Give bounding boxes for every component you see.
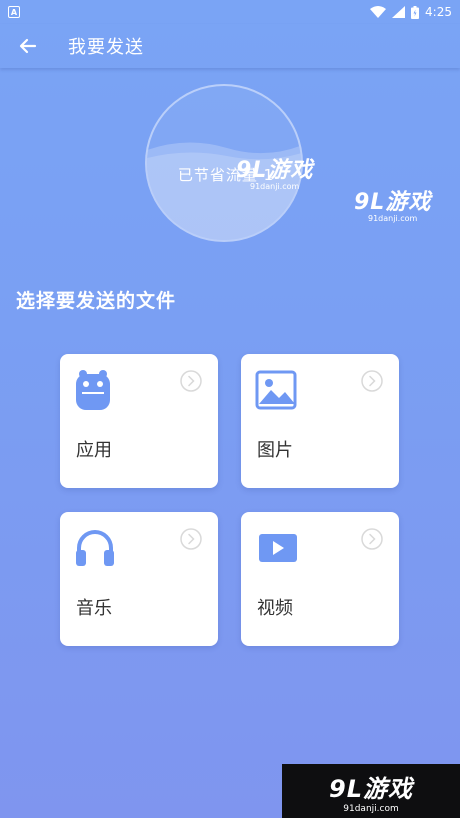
chevron-right-icon bbox=[180, 370, 202, 392]
card-images[interactable]: 图片 bbox=[241, 354, 399, 488]
card-music[interactable]: 音乐 bbox=[60, 512, 218, 646]
card-apps[interactable]: 应用 bbox=[60, 354, 218, 488]
arrow-left-icon bbox=[19, 38, 37, 54]
android-app-icon bbox=[76, 370, 110, 410]
status-time: 4:25 bbox=[425, 5, 452, 19]
watermark-logo-text: 9L游戏 bbox=[354, 190, 432, 215]
app-bar: 我要发送 bbox=[0, 24, 460, 68]
watermark-logo-url: 91danji.com bbox=[250, 182, 300, 191]
watermark-logo-url: 91danji.com bbox=[343, 803, 399, 814]
watermark-logo-inline: 9L游戏 91danji.com bbox=[236, 152, 313, 191]
watermark-logo-url: 91danji.com bbox=[368, 214, 418, 223]
wifi-icon bbox=[370, 6, 387, 18]
watermark-logo-text: 9L游戏 bbox=[329, 774, 413, 803]
video-play-icon bbox=[259, 534, 297, 562]
page-title: 我要发送 bbox=[68, 37, 144, 58]
card-apps-label: 应用 bbox=[76, 440, 112, 461]
sim-notification-icon: A bbox=[8, 6, 20, 18]
chevron-right-icon bbox=[361, 370, 383, 392]
headphones-icon bbox=[76, 530, 114, 566]
card-images-label: 图片 bbox=[257, 440, 293, 461]
watermark-logo-right: 9L游戏 91danji.com bbox=[354, 184, 431, 223]
chevron-right-icon bbox=[361, 528, 383, 550]
status-right: 4:25 bbox=[370, 5, 452, 19]
battery-icon bbox=[411, 5, 420, 19]
section-title: 选择要发送的文件 bbox=[16, 290, 177, 312]
image-icon bbox=[255, 370, 297, 410]
signal-icon bbox=[392, 6, 406, 18]
card-video-label: 视频 bbox=[257, 598, 293, 619]
status-bar: A 4:25 bbox=[0, 0, 460, 24]
watermark-logo-text: 9L游戏 bbox=[236, 158, 314, 183]
back-button[interactable] bbox=[14, 32, 42, 60]
chevron-right-icon bbox=[180, 528, 202, 550]
card-music-label: 音乐 bbox=[76, 598, 112, 619]
status-left: A bbox=[8, 6, 20, 18]
card-video[interactable]: 视频 bbox=[241, 512, 399, 646]
watermark-logo-corner: 9L游戏 91danji.com bbox=[282, 764, 460, 818]
